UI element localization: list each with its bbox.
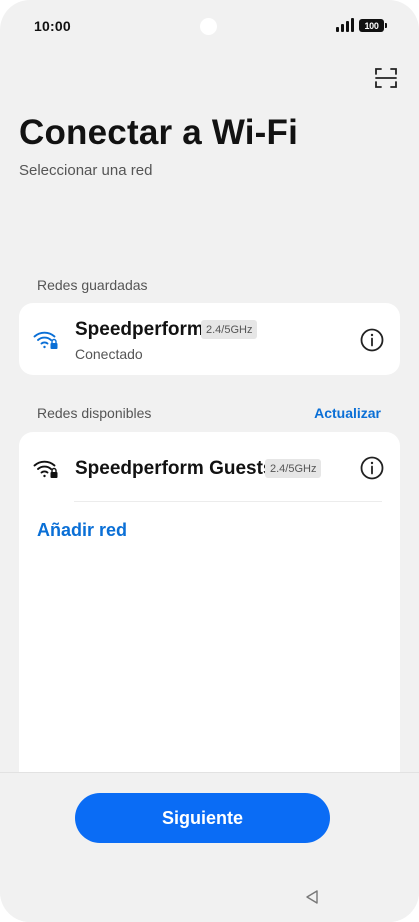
network-name: Speedperform Guests [75, 458, 274, 479]
network-status: Conectado [75, 346, 143, 362]
saved-networks-card: Speedperform 2.4/5GHz Conectado [19, 303, 400, 375]
band-badge: 2.4/5GHz [201, 320, 258, 339]
info-icon[interactable] [360, 456, 384, 480]
wifi-lock-icon [33, 331, 58, 349]
info-icon[interactable] [360, 328, 384, 352]
page-title: Conectar a Wi-Fi [19, 113, 299, 152]
battery-icon: 100 [359, 19, 387, 32]
available-networks-label: Redes disponibles [37, 405, 152, 421]
network-name: Speedperform [75, 319, 204, 340]
page-subtitle: Seleccionar una red [19, 162, 153, 179]
phone-screen: 10:00 100 Conectar a Wi-Fi Seleccionar u… [0, 0, 419, 922]
qr-scan-icon[interactable] [374, 66, 398, 90]
signal-icon [336, 18, 356, 32]
camera-cutout [200, 18, 217, 35]
network-row-speedperform[interactable]: Speedperform 2.4/5GHz Conectado [19, 303, 400, 375]
bottom-bar: Siguiente [0, 772, 419, 922]
next-button[interactable]: Siguiente [75, 793, 330, 843]
network-row-speedperform-guests[interactable]: Speedperform Guests 2.4/5GHz [19, 432, 400, 502]
wifi-lock-icon [33, 460, 58, 478]
divider [74, 501, 382, 502]
status-bar: 10:00 100 [0, 0, 419, 52]
refresh-link[interactable]: Actualizar [314, 405, 381, 421]
band-badge: 2.4/5GHz [265, 459, 322, 478]
status-time: 10:00 [34, 18, 71, 34]
saved-networks-label: Redes guardadas [37, 277, 148, 293]
back-triangle-icon[interactable] [304, 889, 320, 905]
add-network-link[interactable]: Añadir red [37, 520, 127, 541]
